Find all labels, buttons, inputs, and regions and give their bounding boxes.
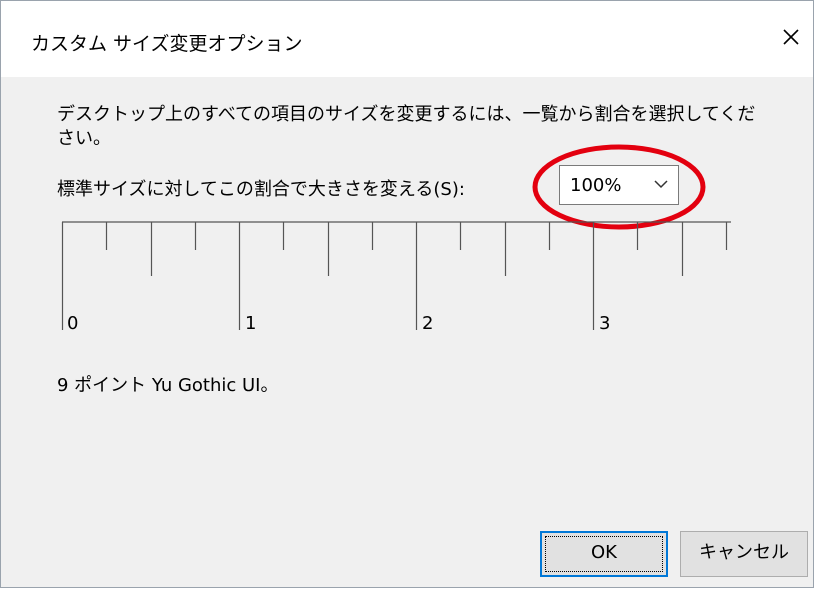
ruler-number-0: 0 — [67, 313, 79, 334]
ruler-number-3: 3 — [599, 313, 611, 334]
ruler: 0 1 2 3 — [1, 1, 816, 341]
ruler-number-1: 1 — [245, 313, 257, 334]
font-info-text: 9 ポイント Yu Gothic UI。 — [57, 375, 279, 396]
custom-scaling-dialog: カスタム サイズ変更オプション デスクトップ上のすべての項目のサイズを変更するに… — [0, 0, 814, 588]
cancel-button[interactable]: キャンセル — [680, 531, 808, 577]
ruler-number-2: 2 — [422, 313, 434, 334]
ruler-graphic[interactable] — [1, 1, 816, 341]
ok-button[interactable]: OK — [540, 531, 668, 577]
